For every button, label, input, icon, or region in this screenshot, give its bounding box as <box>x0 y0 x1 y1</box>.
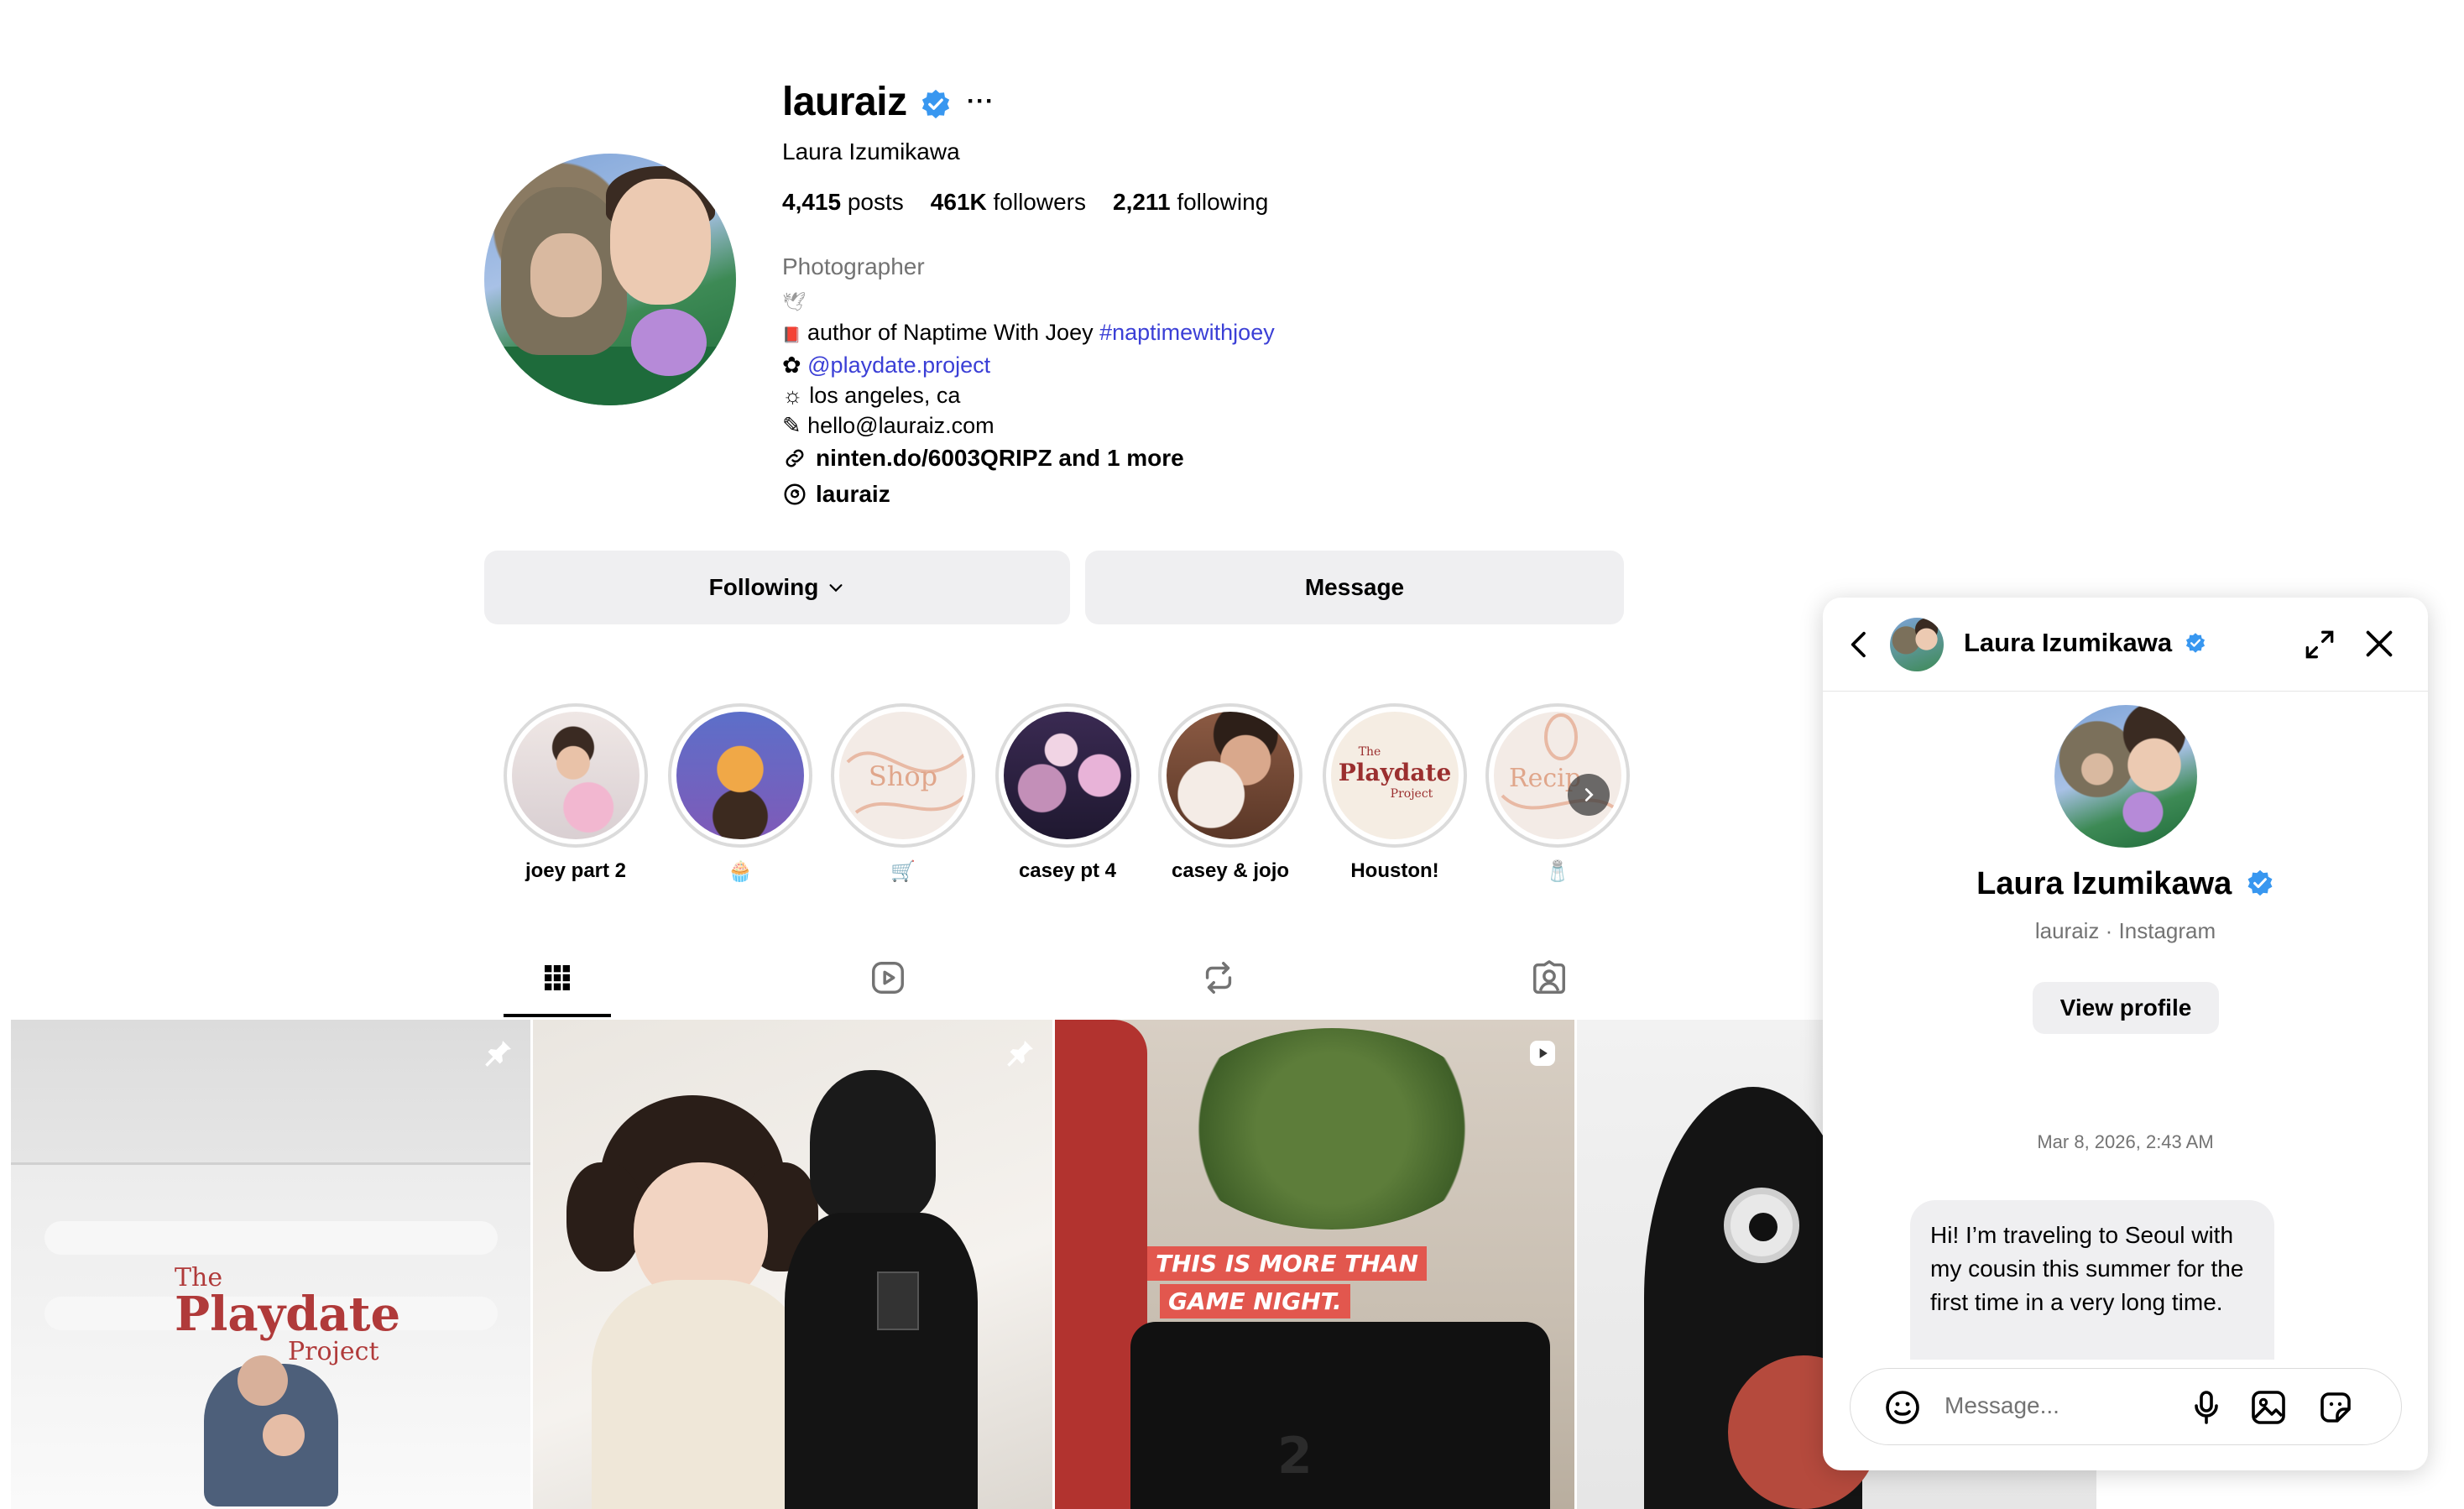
chat-title: Laura Izumikawa <box>1964 628 2206 658</box>
highlights-next-button[interactable] <box>1568 774 1610 816</box>
highlight-item[interactable]: casey pt 4 <box>995 703 1140 883</box>
chat-avatar-large[interactable] <box>2054 705 2197 848</box>
bio-line-email: ✎ hello@lauraiz.com <box>782 413 994 438</box>
story-highlights: joey part 2 🧁 Shop 🛒 casey pt 4 casey & … <box>504 703 1630 896</box>
profile-avatar[interactable] <box>484 154 736 405</box>
post-tile[interactable] <box>533 1020 1052 1509</box>
tagged-icon <box>1533 960 1565 994</box>
bio-line-mention: ✿ @playdate.project <box>782 352 991 378</box>
mention-link[interactable]: @playdate.project <box>807 352 990 378</box>
highlight-label: 🧂 <box>1545 860 1570 883</box>
hashtag-link[interactable]: #naptimewithjoey <box>1099 320 1275 345</box>
chat-contact-subtitle: lauraiz · Instagram <box>2034 918 2216 943</box>
expand-icon[interactable] <box>2301 626 2338 663</box>
close-icon[interactable] <box>2360 624 2399 663</box>
threads-link[interactable]: lauraiz <box>782 481 890 508</box>
view-profile-button[interactable]: View profile <box>2033 982 2219 1034</box>
post-tile[interactable]: The Playdate Project <box>11 1020 530 1509</box>
profile-stats: 4,415 posts 461K followers 2,211 followi… <box>782 189 1268 216</box>
pin-icon <box>485 1041 511 1067</box>
chat-contact-name: Laura Izumikawa <box>1823 866 2428 902</box>
bio-line-location: ☼ los angeles, ca <box>782 383 961 408</box>
reel-badge-icon <box>1530 1041 1555 1066</box>
sticker-icon[interactable] <box>2315 1387 2356 1428</box>
microphone-icon[interactable] <box>2186 1387 2226 1428</box>
reels-icon <box>872 962 904 994</box>
chevron-down-icon <box>829 584 843 593</box>
profile-bio: 🕊 📕 author of Naptime With Joey #naptime… <box>782 285 1275 441</box>
active-tab-indicator <box>504 1014 611 1017</box>
following-button[interactable]: Following <box>484 551 1070 624</box>
image-icon[interactable] <box>2248 1387 2289 1428</box>
external-link[interactable]: ninten.do/6003QRIPZ and 1 more <box>782 445 1184 472</box>
following-stat[interactable]: 2,211 following <box>1113 189 1268 216</box>
profile-full-name: Laura Izumikawa <box>782 138 960 164</box>
pin-icon <box>1007 1041 1033 1067</box>
tab-reposts[interactable] <box>1193 953 1244 1003</box>
more-options-button[interactable]: ··· <box>967 87 994 116</box>
chat-header: Laura Izumikawa <box>1823 598 2428 692</box>
message-button[interactable]: Message <box>1085 551 1624 624</box>
message-composer: Message... <box>1850 1368 2402 1445</box>
verified-badge-icon <box>2247 869 2273 896</box>
bio-line-dove: 🕊 <box>782 291 806 312</box>
posts-stat: 4,415 posts <box>782 189 904 215</box>
link-icon <box>786 449 804 467</box>
chevron-right-icon <box>1584 788 1594 801</box>
tab-posts[interactable] <box>532 953 582 1003</box>
highlight-item[interactable]: 🧁 <box>668 703 812 884</box>
highlight-item[interactable]: Shop 🛒 <box>831 703 975 884</box>
highlight-label: joey part 2 <box>525 859 627 882</box>
verified-badge-icon <box>921 89 950 119</box>
tab-reels[interactable] <box>863 953 913 1003</box>
profile-category: Photographer <box>782 253 925 279</box>
repost-icon <box>1205 962 1232 994</box>
chat-avatar-small[interactable] <box>1890 618 1944 671</box>
highlight-label: casey pt 4 <box>1018 859 1117 882</box>
post-tile[interactable]: THIS IS MORE THAN GAME NIGHT. 2 <box>1055 1020 1574 1509</box>
verified-badge-icon <box>2185 633 2205 653</box>
highlight-label: 🧁 <box>728 860 753 883</box>
message-input[interactable]: Message... <box>1945 1392 2059 1419</box>
grid-icon <box>545 965 570 990</box>
emoji-icon[interactable] <box>1882 1387 1923 1428</box>
message-timestamp: Mar 8, 2026, 2:43 AM <box>2037 1131 2214 1152</box>
threads-icon <box>784 483 806 505</box>
followers-stat[interactable]: 461K followers <box>931 189 1086 216</box>
tab-tagged[interactable] <box>1524 953 1574 1003</box>
profile-username: lauraiz <box>782 80 907 124</box>
message-bubble[interactable]: Hi! I’m traveling to Seoul with my cousi… <box>1910 1200 2274 1360</box>
highlight-label: casey & jojo <box>1171 859 1290 882</box>
chat-panel: Laura Izumikawa Laura Izumikawa lauraiz … <box>1823 598 2428 1470</box>
highlight-item[interactable]: The Playdate Project Houston! <box>1323 703 1467 883</box>
highlight-label: Houston! <box>1350 859 1439 882</box>
bio-line-author: 📕 author of Naptime With Joey #naptimewi… <box>782 320 1275 345</box>
highlight-item[interactable]: casey & jojo <box>1158 703 1302 883</box>
highlight-item[interactable]: joey part 2 <box>504 703 648 883</box>
back-arrow-icon[interactable] <box>1843 626 1877 663</box>
highlight-label: 🛒 <box>890 860 916 883</box>
